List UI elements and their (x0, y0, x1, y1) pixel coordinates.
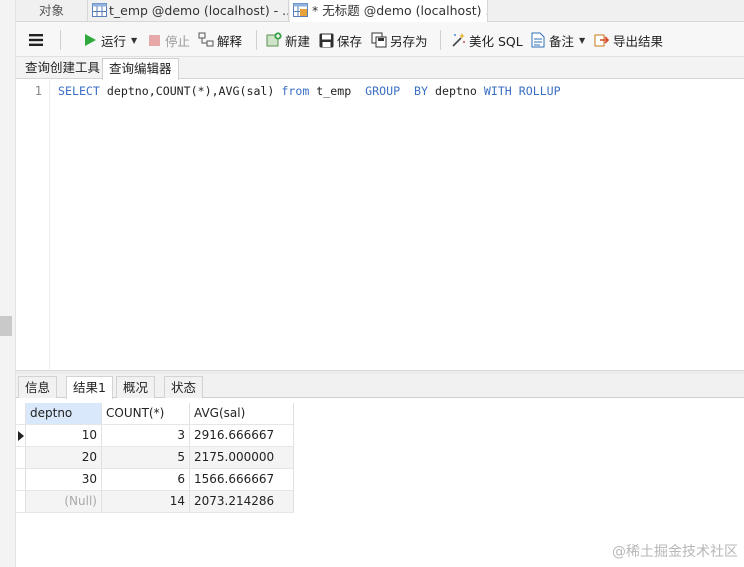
cell-deptno[interactable]: 20 (26, 447, 102, 469)
column-header[interactable]: COUNT(*) (102, 403, 190, 425)
tab-query-builder[interactable]: 查询创建工具 (19, 58, 106, 79)
beautify-sql-button[interactable]: 美化 SQL (450, 30, 523, 50)
sql-keyword: WITH ROLLUP (483, 84, 561, 98)
save-label: 保存 (337, 33, 363, 49)
column-header[interactable]: AVG(sal) (190, 403, 294, 425)
save-as-button[interactable]: 另存为 (371, 30, 428, 50)
sql-text: deptno (434, 84, 484, 98)
stop-button[interactable]: 停止 (146, 30, 190, 50)
new-query-button[interactable]: 新建 (266, 30, 310, 50)
editor-mode-tabs: 查询创建工具 查询编辑器 (16, 57, 744, 80)
save-as-label: 另存为 (390, 33, 428, 49)
stop-label: 停止 (165, 33, 191, 49)
cell-count[interactable]: 14 (102, 491, 190, 513)
query-icon (293, 3, 308, 17)
tab-strip: 对象 t_emp @demo (localhost) - ... * 无标题 @… (16, 0, 744, 23)
sql-keyword: GROUP BY (365, 84, 435, 98)
sql-text: deptno,COUNT(*),AVG(sal) (106, 84, 282, 98)
cell-count[interactable]: 5 (102, 447, 190, 469)
tab-objects[interactable]: 对象 (16, 0, 88, 22)
cell-avg-sal[interactable]: 2073.214286 (190, 491, 294, 513)
query-toolbar: 运行 ▼ 停止 解释 新建 保存 另存为 美化 SQL 备注 ▼ 导出结果 (16, 22, 744, 57)
sql-keyword: from (281, 84, 317, 98)
export-icon (594, 32, 610, 48)
cell-count[interactable]: 6 (102, 469, 190, 491)
run-button[interactable]: 运行 ▼ (82, 30, 137, 50)
run-dropdown-caret-icon[interactable]: ▼ (131, 36, 137, 45)
document-note-icon (530, 32, 546, 48)
comment-button[interactable]: 备注 ▼ (530, 30, 585, 50)
tab-profile[interactable]: 概况 (116, 376, 156, 398)
menu-button[interactable] (28, 30, 44, 50)
tab-query-editor[interactable]: 查询编辑器 (102, 58, 179, 80)
tab-query-label: * 无标题 @demo (localhost) ... (312, 3, 488, 18)
cell-avg-sal[interactable]: 1566.666667 (190, 469, 294, 491)
watermark: @稀土掘金技术社区 (612, 544, 738, 560)
explain-icon (198, 32, 214, 48)
sql-editor[interactable]: 1 SELECT deptno,COUNT(*),AVG(sal) from t… (16, 80, 744, 370)
cell-deptno[interactable]: 10 (26, 425, 102, 447)
row-header[interactable] (16, 425, 26, 447)
tab-result1[interactable]: 结果1 (66, 376, 113, 399)
run-label: 运行 (101, 33, 127, 49)
play-icon (82, 32, 98, 48)
export-results-button[interactable]: 导出结果 (594, 30, 663, 50)
sql-text: t_emp (316, 84, 366, 98)
navicat-query-window: 对象 t_emp @demo (localhost) - ... * 无标题 @… (16, 0, 744, 567)
comment-dropdown-caret-icon[interactable]: ▼ (579, 36, 585, 45)
row-header-corner (16, 403, 26, 425)
new-query-icon (266, 32, 282, 48)
line-number: 1 (34, 84, 42, 98)
save-button[interactable]: 保存 (318, 30, 362, 50)
sql-code-line[interactable]: SELECT deptno,COUNT(*),AVG(sal) from t_e… (58, 84, 561, 98)
explain-label: 解释 (217, 33, 243, 49)
comment-label: 备注 (549, 33, 575, 49)
result-tabs: 信息 结果1 概况 状态 (16, 374, 744, 399)
tab-untitled-query[interactable]: * 无标题 @demo (localhost) ... (290, 0, 488, 23)
tab-table-label: t_emp @demo (localhost) - ... (109, 3, 289, 18)
tab-table-t-emp[interactable]: t_emp @demo (localhost) - ... (89, 0, 289, 22)
tab-status[interactable]: 状态 (164, 376, 204, 398)
stop-icon (146, 32, 162, 48)
cell-deptno[interactable]: 30 (26, 469, 102, 491)
row-header[interactable] (16, 469, 26, 491)
new-query-label: 新建 (285, 33, 311, 49)
sql-keyword: SELECT (58, 84, 107, 98)
toolbar-separator (256, 30, 257, 50)
save-disk-icon (318, 32, 334, 48)
save-as-icon (371, 32, 387, 48)
toolbar-separator (440, 30, 441, 50)
current-row-arrow-icon (18, 431, 24, 441)
beautify-sql-label: 美化 SQL (469, 33, 523, 49)
toolbar-separator (60, 30, 61, 50)
panel-resize-grip[interactable] (0, 316, 12, 336)
table-icon (92, 3, 107, 17)
hamburger-menu-icon (29, 34, 43, 46)
cell-avg-sal[interactable]: 2916.666667 (190, 425, 294, 447)
explain-button[interactable]: 解释 (198, 30, 242, 50)
row-header[interactable] (16, 447, 26, 469)
export-results-label: 导出结果 (613, 33, 664, 49)
left-panel-edge (0, 0, 16, 567)
column-header[interactable]: deptno (26, 403, 102, 425)
line-number-gutter: 1 (16, 80, 50, 370)
row-header[interactable] (16, 491, 26, 513)
cell-avg-sal[interactable]: 2175.000000 (190, 447, 294, 469)
magic-wand-icon (450, 32, 466, 48)
cell-deptno[interactable]: (Null) (26, 491, 102, 513)
tab-info[interactable]: 信息 (18, 376, 58, 398)
cell-count[interactable]: 3 (102, 425, 190, 447)
